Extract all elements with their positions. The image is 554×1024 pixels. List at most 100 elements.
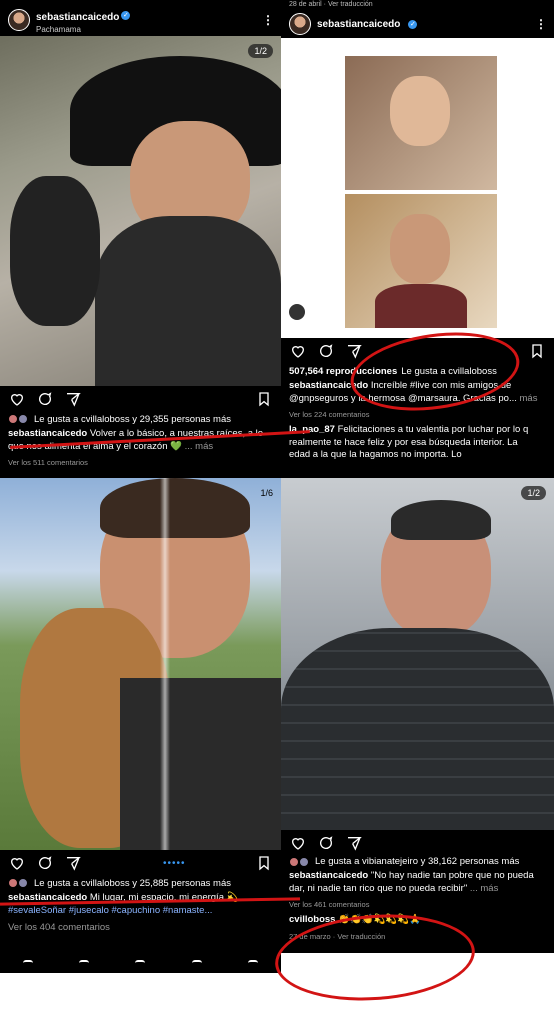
bottom-margin bbox=[0, 973, 554, 1024]
verified-icon: ✓ bbox=[121, 10, 131, 20]
nav-bar bbox=[0, 953, 281, 973]
avatar[interactable] bbox=[289, 13, 311, 35]
post-bottom-left: 1/6 ••••• Le gusta a cvillaloboss y 25,8… bbox=[0, 478, 281, 953]
avatar bbox=[8, 414, 18, 424]
face bbox=[390, 76, 450, 146]
post-date: 27 de marzo bbox=[289, 931, 331, 941]
more-icon[interactable]: ⋮ bbox=[535, 17, 547, 31]
action-bar: ••••• bbox=[0, 850, 281, 876]
post-header: sebastiancaicedo ✓ ⋮ bbox=[281, 10, 554, 38]
likes-row[interactable]: 507,564 reproducciones Le gusta a cvilla… bbox=[281, 364, 554, 378]
username[interactable]: sebastiancaicedo bbox=[36, 12, 119, 23]
more-link[interactable]: ... más bbox=[185, 441, 214, 452]
profile-icon[interactable] bbox=[247, 960, 258, 966]
search-icon[interactable] bbox=[79, 960, 90, 966]
comment: la_pao_87 Felicitaciones a tu valentia p… bbox=[281, 422, 554, 464]
comment-icon[interactable] bbox=[318, 343, 334, 359]
view-comments[interactable]: Ver los 224 comentarios bbox=[281, 407, 554, 422]
view-comments[interactable]: Ver los 461 comentarios bbox=[281, 897, 554, 912]
caption-text: Mi lugar, mi espacio, mi energía 💫 bbox=[89, 892, 239, 903]
post-header: sebastiancaicedo ✓ Pachamama ⋮ bbox=[0, 0, 281, 36]
collage: sebastiancaicedo ✓ Pachamama ⋮ 1/2 Le gus… bbox=[0, 0, 554, 1024]
bookmark-icon[interactable] bbox=[256, 855, 272, 871]
location[interactable]: Pachamama bbox=[36, 25, 130, 34]
more-link[interactable]: más bbox=[520, 393, 538, 404]
heart-icon[interactable] bbox=[290, 835, 306, 851]
bookmark-icon[interactable] bbox=[529, 343, 545, 359]
shirt bbox=[375, 284, 467, 328]
avatar[interactable] bbox=[8, 9, 30, 31]
likes-row[interactable]: Le gusta a vibianatejeiro y 38,162 perso… bbox=[281, 856, 554, 868]
carousel-dots: ••••• bbox=[163, 857, 186, 869]
hair bbox=[100, 478, 250, 538]
liked-by: Le gusta a cvillaloboss bbox=[401, 365, 497, 377]
sweater bbox=[95, 216, 281, 386]
avatar bbox=[299, 857, 309, 867]
avatar bbox=[18, 878, 28, 888]
likes-row[interactable]: Le gusta a cvillaloboss y 29,355 persona… bbox=[0, 412, 281, 426]
user-tag-icon[interactable] bbox=[289, 304, 305, 320]
carousel-counter: 1/6 bbox=[260, 488, 273, 498]
share-icon[interactable] bbox=[65, 391, 81, 407]
action-bar bbox=[281, 830, 554, 856]
post-date: 28 de abril bbox=[289, 1, 322, 8]
comment-username[interactable]: la_pao_87 bbox=[289, 424, 335, 435]
post-photo[interactable]: 1/6 bbox=[0, 478, 281, 850]
share-icon[interactable] bbox=[346, 835, 362, 851]
post-photo[interactable]: 1/2 bbox=[0, 36, 281, 386]
comment-username[interactable]: cvilloboss bbox=[289, 914, 335, 925]
caption-username[interactable]: sebastiancaicedo bbox=[8, 428, 87, 439]
view-comments[interactable]: Ver los 511 comentarios bbox=[0, 455, 281, 470]
post-bottom-right: 1/2 Le gusta a vibianatejeiro y 38,162 p… bbox=[281, 478, 554, 953]
home-icon[interactable] bbox=[23, 960, 34, 966]
comment-icon[interactable] bbox=[37, 855, 53, 871]
shop-icon[interactable] bbox=[191, 960, 202, 966]
top-strip: 28 de abril · Ver traducción bbox=[289, 1, 373, 8]
comment: cvilloboss 👏👏👏💫💫💫🙏 bbox=[281, 912, 554, 929]
username[interactable]: sebastiancaicedo bbox=[317, 19, 400, 30]
post-date-row: 27 de marzo · Ver traducción bbox=[289, 931, 386, 941]
heart-icon[interactable] bbox=[290, 343, 306, 359]
heart-icon[interactable] bbox=[9, 391, 25, 407]
views-count: 507,564 reproducciones bbox=[289, 365, 398, 377]
caption-username[interactable]: sebastiancaicedo bbox=[289, 870, 368, 881]
avatar bbox=[18, 414, 28, 424]
comment-text: 👏👏👏💫💫💫🙏 bbox=[338, 914, 421, 925]
caption-username[interactable]: sebastiancaicedo bbox=[289, 380, 368, 391]
bookmark-icon[interactable] bbox=[256, 391, 272, 407]
avatar bbox=[8, 878, 18, 888]
likes-text: Le gusta a vibianatejeiro y 38,162 perso… bbox=[315, 856, 520, 867]
more-icon[interactable]: ⋮ bbox=[262, 13, 274, 27]
post-photo[interactable]: 1/2 bbox=[281, 478, 554, 830]
post-video[interactable] bbox=[281, 38, 554, 338]
comment-icon[interactable] bbox=[318, 835, 334, 851]
caption: sebastiancaicedo "No hay nadie tan pobre… bbox=[281, 868, 554, 897]
share-icon[interactable] bbox=[65, 855, 81, 871]
translate-link[interactable]: Ver traducción bbox=[328, 1, 373, 8]
reels-icon[interactable] bbox=[135, 960, 146, 966]
more-link[interactable]: ... más bbox=[470, 883, 499, 894]
heart-icon[interactable] bbox=[9, 855, 25, 871]
likes-text: Le gusta a cvillaloboss y 29,355 persona… bbox=[34, 413, 231, 425]
caption-username[interactable]: sebastiancaicedo bbox=[8, 892, 87, 903]
comment-icon[interactable] bbox=[37, 391, 53, 407]
face bbox=[390, 214, 450, 284]
dog bbox=[10, 176, 100, 326]
likes-text: Le gusta a cvillaloboss y 25,885 persona… bbox=[34, 877, 231, 889]
action-bar bbox=[281, 338, 554, 364]
share-icon[interactable] bbox=[346, 343, 362, 359]
hashtags[interactable]: #sevaleSoñar #jusecalo #capuchino #namas… bbox=[8, 905, 273, 918]
carousel-counter: 1/2 bbox=[248, 44, 273, 58]
caption: sebastiancaicedo Increíble #live con mis… bbox=[281, 378, 554, 407]
video-tile-top bbox=[345, 56, 497, 190]
sweater bbox=[120, 678, 281, 850]
carousel-counter: 1/2 bbox=[521, 486, 546, 500]
action-bar bbox=[0, 386, 281, 412]
post-top-left: sebastiancaicedo ✓ Pachamama ⋮ 1/2 Le gus… bbox=[0, 0, 281, 478]
likes-row[interactable]: Le gusta a cvillaloboss y 25,885 persona… bbox=[0, 876, 281, 890]
post-top-right: 28 de abril · Ver traducción sebastianca… bbox=[281, 0, 554, 478]
caption: sebastiancaicedo Volver a lo básico, a n… bbox=[0, 426, 281, 455]
hair bbox=[391, 500, 491, 540]
view-comments[interactable]: Ver los 404 comentarios bbox=[0, 919, 281, 936]
translate-link[interactable]: Ver traducción bbox=[337, 932, 385, 941]
